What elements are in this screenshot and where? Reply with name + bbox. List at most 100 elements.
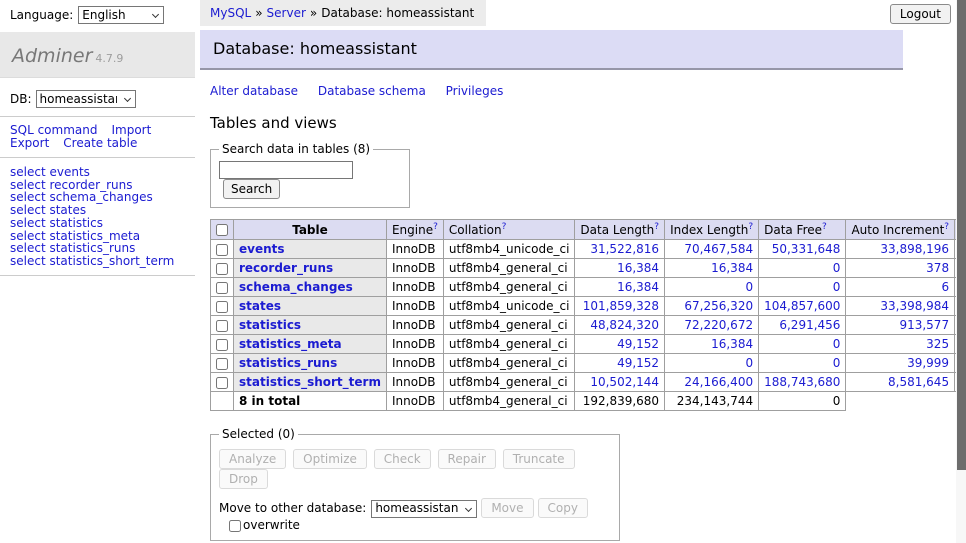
breadcrumb-server[interactable]: Server xyxy=(267,6,306,20)
auto-increment-link[interactable]: 8,581,645 xyxy=(888,375,949,389)
move-label: Move to other database: xyxy=(219,501,366,515)
data-free-link[interactable]: 104,857,600 xyxy=(764,299,840,313)
table-name-link[interactable]: states xyxy=(239,299,281,313)
help-link[interactable]: ? xyxy=(502,222,507,232)
language-label: Language: xyxy=(10,8,73,22)
auto-increment-link[interactable]: 39,999 xyxy=(907,356,949,370)
database-schema-link[interactable]: Database schema xyxy=(318,84,426,98)
sidebar-item-select-statistics[interactable]: select statistics xyxy=(10,217,195,230)
truncate-button[interactable]: Truncate xyxy=(503,449,575,469)
auto-increment-link[interactable]: 33,898,196 xyxy=(880,242,949,256)
help-link[interactable]: ? xyxy=(654,222,659,232)
row-checkbox[interactable] xyxy=(216,282,228,294)
sidebar-action-sql-command[interactable]: SQL command xyxy=(10,123,97,137)
overwrite-checkbox[interactable] xyxy=(229,520,241,532)
row-checkbox[interactable] xyxy=(216,377,228,389)
auto-increment-link[interactable]: 325 xyxy=(926,337,949,351)
vertical-scrollbar[interactable] xyxy=(956,0,966,543)
row-checkbox[interactable] xyxy=(216,244,228,256)
data-free-link[interactable]: 0 xyxy=(833,337,841,351)
data-free-link[interactable]: 0 xyxy=(833,261,841,275)
data-free-link[interactable]: 188,743,680 xyxy=(764,375,840,389)
logout-button[interactable]: Logout xyxy=(890,4,951,24)
row-checkbox[interactable] xyxy=(216,358,228,370)
data-length-link[interactable]: 31,522,816 xyxy=(590,242,659,256)
sidebar-action-import[interactable]: Import xyxy=(111,123,151,137)
table-name-link[interactable]: statistics_short_term xyxy=(239,375,381,389)
main-content: MySQL»Server»Database: homeassistant Dat… xyxy=(200,0,903,543)
auto-increment-link[interactable]: 33,398,984 xyxy=(880,299,949,313)
data-free-link[interactable]: 50,331,648 xyxy=(772,242,841,256)
help-link[interactable]: ? xyxy=(822,222,827,232)
data-length-link[interactable]: 48,824,320 xyxy=(590,318,659,332)
index-length-link[interactable]: 16,384 xyxy=(711,337,753,351)
search-button[interactable]: Search xyxy=(223,179,280,199)
select-all-checkbox[interactable] xyxy=(216,224,228,236)
data-free-link[interactable]: 6,291,456 xyxy=(779,318,840,332)
table-row: statistics_short_term InnoDB utf8mb4_gen… xyxy=(211,373,966,392)
copy-button[interactable]: Copy xyxy=(538,498,588,518)
table-name-link[interactable]: events xyxy=(239,242,285,256)
topbar: MySQL»Server»Database: homeassistant xyxy=(200,0,903,26)
sidebar-item-select-statistics-short-term[interactable]: select statistics_short_term xyxy=(10,255,195,268)
data-free-link[interactable]: 0 xyxy=(833,356,841,370)
sidebar-item-select-events[interactable]: select events xyxy=(10,166,195,179)
index-length-link[interactable]: 72,220,672 xyxy=(684,318,753,332)
sidebar-item-select-states[interactable]: select states xyxy=(10,204,195,217)
data-length-link[interactable]: 101,859,328 xyxy=(583,299,659,313)
data-length-link[interactable]: 16,384 xyxy=(617,261,659,275)
index-length-link[interactable]: 24,166,400 xyxy=(684,375,753,389)
row-checkbox[interactable] xyxy=(216,320,228,332)
search-input[interactable] xyxy=(219,161,353,179)
move-db-select-control[interactable]: homeassistant xyxy=(372,501,476,517)
row-checkbox[interactable] xyxy=(216,263,228,275)
table-name-link[interactable]: statistics_meta xyxy=(239,337,342,351)
sidebar: Language:English Adminer4.7.9 DB:homeass… xyxy=(0,0,195,283)
breadcrumb-mysql[interactable]: MySQL xyxy=(210,6,251,20)
help-link[interactable]: ? xyxy=(944,222,949,232)
index-length-link[interactable]: 0 xyxy=(745,356,753,370)
index-length-link[interactable]: 16,384 xyxy=(711,261,753,275)
data-length-link[interactable]: 49,152 xyxy=(617,356,659,370)
row-checkbox[interactable] xyxy=(216,339,228,351)
move-button[interactable]: Move xyxy=(481,498,533,518)
data-free-link[interactable]: 0 xyxy=(833,280,841,294)
table-name-link[interactable]: recorder_runs xyxy=(239,261,333,275)
language-select[interactable]: English xyxy=(78,6,164,24)
db-select[interactable]: homeassistant xyxy=(36,90,136,108)
language-select-control[interactable]: English xyxy=(79,7,163,23)
table-name-link[interactable]: statistics xyxy=(239,318,301,332)
help-link[interactable]: ? xyxy=(748,222,753,232)
privileges-link[interactable]: Privileges xyxy=(446,84,504,98)
data-length-link[interactable]: 10,502,144 xyxy=(590,375,659,389)
alter-database-link[interactable]: Alter database xyxy=(210,84,298,98)
sidebar-action-export[interactable]: Export xyxy=(10,136,49,150)
data-length-link[interactable]: 16,384 xyxy=(617,280,659,294)
index-length-link[interactable]: 67,256,320 xyxy=(684,299,753,313)
index-length-link[interactable]: 0 xyxy=(745,280,753,294)
analyze-button[interactable]: Analyze xyxy=(219,449,286,469)
db-select-control[interactable]: homeassistant xyxy=(37,91,135,107)
check-button[interactable]: Check xyxy=(374,449,431,469)
index-length-link[interactable]: 70,467,584 xyxy=(684,242,753,256)
column-header-data-length: Data Length xyxy=(580,223,654,237)
tables-list: Table Engine? Collation? Data Length? In… xyxy=(210,219,966,411)
help-link[interactable]: ? xyxy=(433,222,438,232)
auto-increment-link[interactable]: 378 xyxy=(926,261,949,275)
auto-increment-link[interactable]: 913,577 xyxy=(899,318,949,332)
drop-button[interactable]: Drop xyxy=(219,469,268,489)
app-brand: Adminer xyxy=(12,45,92,67)
collation-cell: utf8mb4_general_ci xyxy=(443,373,575,392)
move-db-select[interactable]: homeassistant xyxy=(371,500,477,518)
engine-cell: InnoDB xyxy=(386,240,443,259)
table-name-link[interactable]: schema_changes xyxy=(239,280,353,294)
row-checkbox[interactable] xyxy=(216,301,228,313)
repair-button[interactable]: Repair xyxy=(438,449,496,469)
scrollbar-thumb[interactable] xyxy=(957,0,966,470)
data-length-link[interactable]: 49,152 xyxy=(617,337,659,351)
optimize-button[interactable]: Optimize xyxy=(293,449,367,469)
auto-increment-link[interactable]: 6 xyxy=(941,280,949,294)
table-name-link[interactable]: statistics_runs xyxy=(239,356,337,370)
sidebar-action-create-table[interactable]: Create table xyxy=(63,136,137,150)
language-row: Language: English xyxy=(0,0,195,22)
